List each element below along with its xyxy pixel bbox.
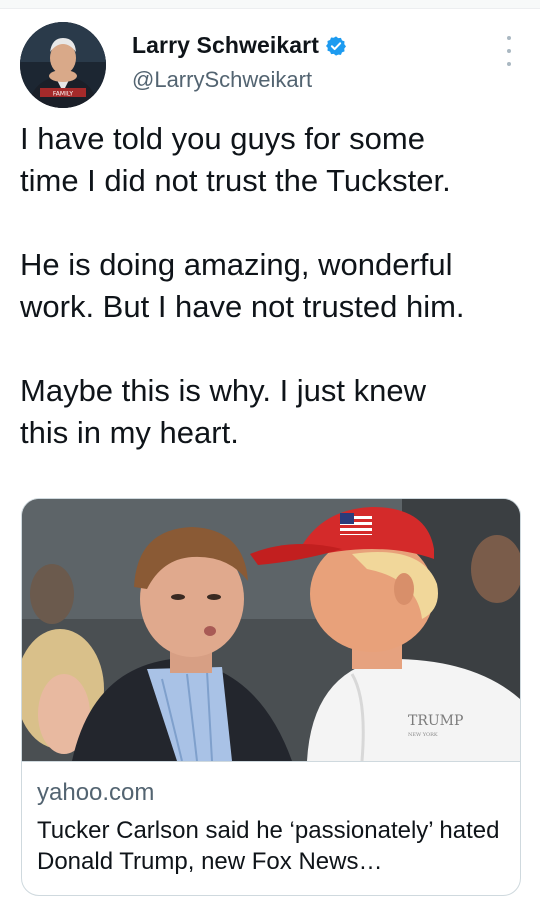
top-divider xyxy=(0,0,540,9)
shirt-logo-text: TRUMP xyxy=(408,713,463,729)
menu-dot xyxy=(507,49,511,53)
link-preview-image: TRUMP NEW YORK xyxy=(22,499,520,761)
card-divider xyxy=(22,761,520,762)
avatar-photo: FAMILY xyxy=(20,22,106,108)
avatar-badge-text: FAMILY xyxy=(53,91,73,98)
menu-dot xyxy=(507,36,511,40)
name-row: Larry Schweikart xyxy=(132,32,347,59)
user-handle[interactable]: @LarrySchweikart xyxy=(132,67,312,93)
tweet-text: I have told you guys for some time I did… xyxy=(20,121,465,450)
display-name[interactable]: Larry Schweikart xyxy=(132,32,319,59)
link-preview-card[interactable]: TRUMP NEW YORK yahoo.com Tucker Carlson … xyxy=(21,498,521,896)
link-title: Tucker Carlson said he ‘passionately’ ha… xyxy=(37,817,500,875)
menu-dot xyxy=(507,62,511,66)
more-options-icon[interactable] xyxy=(502,36,516,66)
avatar[interactable]: FAMILY xyxy=(20,22,106,108)
verified-badge-icon xyxy=(325,35,347,57)
shirt-logo-subtext: NEW YORK xyxy=(408,732,438,738)
tweet-header: FAMILY Larry Schweikart @LarrySchweikart xyxy=(20,22,520,108)
link-domain: yahoo.com xyxy=(37,779,155,806)
